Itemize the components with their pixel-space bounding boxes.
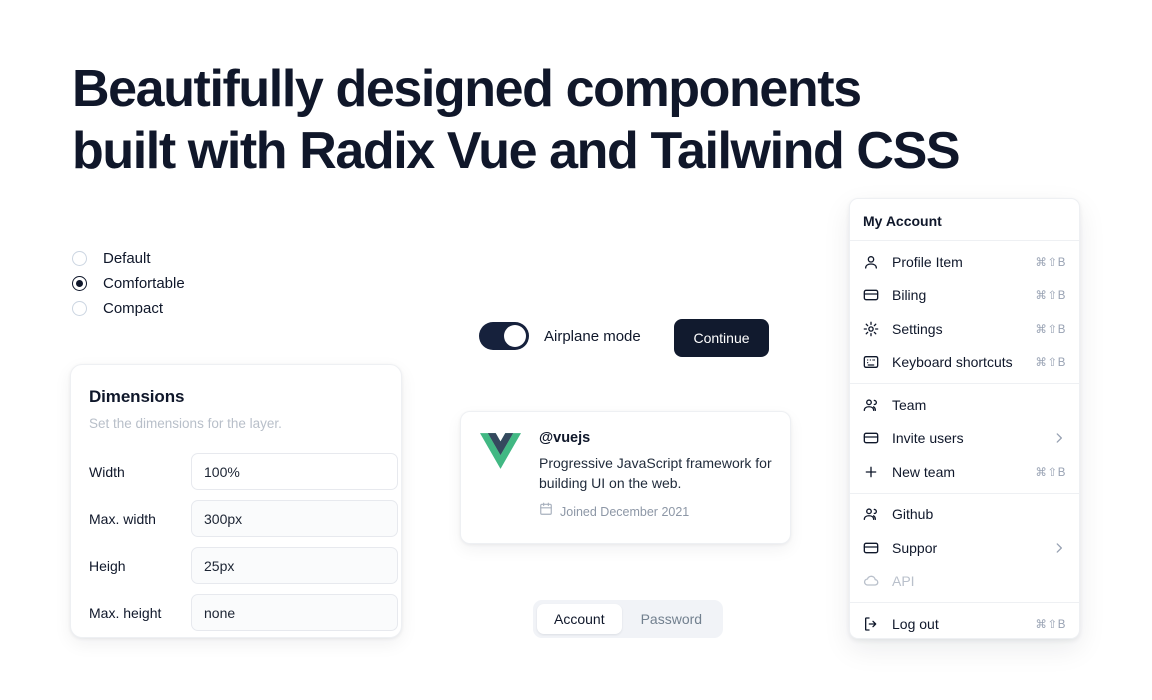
chevron-right-icon bbox=[1056, 433, 1062, 443]
tabs: Account Password bbox=[533, 600, 724, 638]
menu-item-github[interactable]: Github bbox=[850, 498, 1079, 532]
radio-option-default[interactable]: Default bbox=[72, 246, 185, 271]
radio-option-label: Compact bbox=[103, 300, 164, 317]
dimension-label: Heigh bbox=[89, 557, 126, 574]
menu-header: My Account bbox=[863, 213, 942, 229]
menu-item-label: Github bbox=[892, 506, 934, 523]
radio-option-comfortable[interactable]: Comfortable bbox=[72, 271, 185, 296]
dimensions-subtitle: Set the dimensions for the layer. bbox=[89, 416, 282, 431]
menu-group: Profile Item ⌘⇧B Biling ⌘⇧B Settings ⌘⇧B Keybo… bbox=[850, 242, 1079, 382]
tab-password[interactable]: Password bbox=[624, 604, 719, 634]
menu-item-label: API bbox=[892, 573, 915, 590]
menu-separator bbox=[850, 492, 1079, 494]
radio-group: Default Comfortable Compact bbox=[72, 246, 185, 321]
dimensions-card: Dimensions Set the dimensions for the la… bbox=[70, 364, 402, 638]
dimension-row: Max. height bbox=[89, 589, 398, 636]
radio-option-compact[interactable]: Compact bbox=[72, 296, 185, 321]
dimensions-fields: Width Max. width Heigh Max. height bbox=[89, 448, 398, 636]
menu-item-biling[interactable]: Biling ⌘⇧B bbox=[850, 279, 1079, 313]
keyboard-icon bbox=[863, 354, 879, 370]
menu-item-shortcut: ⌘⇧B bbox=[1035, 323, 1066, 336]
menu-separator bbox=[850, 602, 1079, 603]
menu-group: Team Invite users New team ⌘⇧B bbox=[850, 385, 1079, 492]
logout-icon bbox=[863, 616, 879, 632]
menu-item-log-out[interactable]: Log out ⌘⇧B bbox=[850, 607, 1079, 641]
menu-item-shortcut: ⌘⇧B bbox=[1035, 466, 1066, 479]
airplane-mode-switch[interactable] bbox=[479, 322, 529, 350]
account-dropdown-menu: My Account Profile Item ⌘⇧B Biling ⌘⇧B Setti… bbox=[849, 198, 1080, 639]
user-icon bbox=[863, 254, 879, 270]
menu-item-suppor[interactable]: Suppor bbox=[850, 531, 1079, 565]
vue-logo-icon bbox=[480, 433, 521, 469]
switch-knob bbox=[504, 325, 526, 347]
dimension-label: Width bbox=[89, 463, 125, 480]
menu-group: Github Suppor API bbox=[850, 495, 1079, 602]
menu-item-label: Team bbox=[892, 396, 927, 413]
menu-group: Log out ⌘⇧B bbox=[850, 604, 1079, 644]
menu-item-label: Invite users bbox=[892, 430, 964, 447]
calendar-icon bbox=[539, 502, 553, 521]
continue-button[interactable]: Continue bbox=[674, 319, 769, 357]
dimension-label: Max. height bbox=[89, 604, 162, 621]
menu-separator bbox=[850, 383, 1079, 384]
menu-item-label: Suppor bbox=[892, 539, 938, 556]
hero-heading-line-1: Beautifully designed components bbox=[72, 60, 862, 118]
gear-icon bbox=[863, 321, 879, 337]
dimension-row: Heigh bbox=[89, 542, 398, 589]
menu-item-label: Keyboard shortcuts bbox=[892, 354, 1013, 371]
menu-item-label: Biling bbox=[892, 287, 927, 304]
hover-card: @vuejs Progressive JavaScript framework … bbox=[460, 411, 791, 544]
hover-card-joined: Joined December 2021 bbox=[539, 502, 772, 521]
credit-card-icon bbox=[863, 540, 879, 556]
dimensions-title: Dimensions bbox=[89, 387, 185, 406]
radio-indicator[interactable] bbox=[72, 251, 87, 266]
menu-item-new-team[interactable]: New team ⌘⇧B bbox=[850, 455, 1079, 489]
page-title: Beautifully designed components built wi… bbox=[72, 58, 1012, 182]
hover-card-handle: @vuejs bbox=[539, 430, 591, 446]
radio-indicator[interactable] bbox=[72, 301, 87, 316]
tab-account[interactable]: Account bbox=[537, 604, 622, 634]
menu-item-settings[interactable]: Settings ⌘⇧B bbox=[850, 312, 1079, 346]
dimension-row: Max. width bbox=[89, 495, 398, 542]
menu-separator bbox=[850, 240, 1079, 241]
menu-item-label: Settings bbox=[892, 320, 943, 337]
menu-item-api: API bbox=[850, 565, 1079, 599]
menu-item-profile-item[interactable]: Profile Item ⌘⇧B bbox=[850, 245, 1079, 279]
chevron-right-icon bbox=[1056, 543, 1062, 553]
page-root: Beautifully designed components built wi… bbox=[0, 0, 1152, 700]
plus-icon bbox=[863, 464, 879, 480]
menu-item-shortcut: ⌘⇧B bbox=[1035, 618, 1066, 631]
radio-option-label: Comfortable bbox=[103, 275, 185, 292]
menu-item-label: Profile Item bbox=[892, 253, 963, 270]
dimension-label: Max. width bbox=[89, 510, 156, 527]
radio-option-label: Default bbox=[103, 250, 151, 267]
dimension-row: Width bbox=[89, 448, 398, 495]
hover-card-description: Progressive JavaScript framework for bui… bbox=[539, 455, 772, 491]
hero-heading: Beautifully designed components built wi… bbox=[72, 58, 1012, 182]
menu-item-shortcut: ⌘⇧B bbox=[1035, 290, 1066, 303]
credit-card-icon bbox=[863, 287, 879, 303]
hero-heading-line-2: built with Radix Vue and Tailwind CSS bbox=[72, 122, 961, 180]
menu-item-shortcut: ⌘⇧B bbox=[1035, 256, 1066, 269]
menu-groups: Profile Item ⌘⇧B Biling ⌘⇧B Settings ⌘⇧B Keybo… bbox=[850, 242, 1079, 644]
users-icon bbox=[863, 397, 879, 413]
dimension-input[interactable] bbox=[191, 500, 398, 537]
menu-item-invite-users[interactable]: Invite users bbox=[850, 422, 1079, 456]
menu-item-label: Log out bbox=[892, 615, 939, 632]
airplane-mode-label: Airplane mode bbox=[544, 327, 641, 345]
menu-item-shortcut: ⌘⇧B bbox=[1035, 357, 1066, 370]
radio-indicator[interactable] bbox=[72, 276, 87, 291]
users-icon bbox=[863, 506, 879, 522]
hover-card-joined-text: Joined December 2021 bbox=[560, 504, 690, 519]
dimension-input[interactable] bbox=[191, 453, 398, 490]
dimension-input[interactable] bbox=[191, 547, 398, 584]
menu-item-label: New team bbox=[892, 463, 956, 480]
hover-card-body: @vuejs Progressive JavaScript framework … bbox=[539, 430, 772, 543]
menu-item-keyboard-shortcuts[interactable]: Keyboard shortcuts ⌘⇧B bbox=[850, 346, 1079, 380]
dimension-input[interactable] bbox=[191, 594, 398, 631]
credit-card-icon bbox=[863, 430, 879, 446]
cloud-icon bbox=[863, 573, 879, 589]
airplane-mode-row: Airplane mode bbox=[479, 322, 641, 350]
menu-item-team[interactable]: Team bbox=[850, 388, 1079, 422]
